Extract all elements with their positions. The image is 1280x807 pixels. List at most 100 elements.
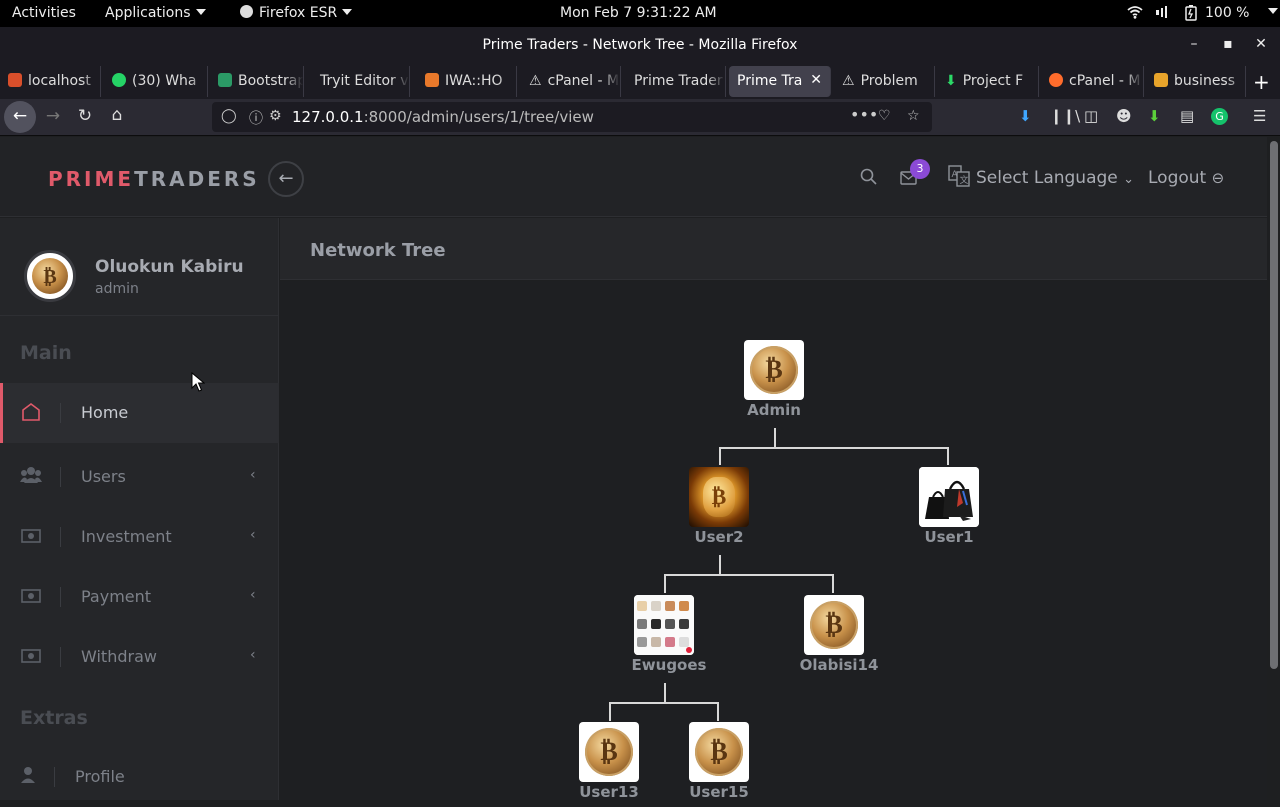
sidebar-toggle-icon[interactable]: ◫ [1084, 107, 1098, 125]
tab[interactable]: ⚠ Problem [834, 66, 935, 97]
extension-icon[interactable]: ▤ [1180, 107, 1194, 125]
tree-node-label[interactable]: Admin [714, 401, 834, 419]
tree-node-label[interactable]: User2 [659, 528, 779, 546]
system-top-bar: Activities Applications Firefox ESR Mon … [0, 0, 1280, 27]
activities-button[interactable]: Activities [12, 5, 76, 21]
avatar[interactable]: ₿ [24, 250, 76, 302]
tab[interactable]: Prime Trader [624, 66, 726, 97]
tree-node-label[interactable]: Ewugoes [609, 656, 729, 674]
notification-badge: 3 [910, 159, 930, 179]
hamburger-menu-icon[interactable]: ☰ [1253, 107, 1266, 125]
firefox-app-label: Firefox ESR [259, 5, 338, 21]
tab-label: Prime Tra [737, 73, 803, 89]
tree-node-avatar[interactable]: ₿ [804, 595, 864, 655]
tab[interactable]: business [1146, 66, 1246, 97]
tree-node-label[interactable]: User1 [889, 528, 1009, 546]
minimize-icon[interactable]: – [1185, 36, 1203, 52]
tab[interactable]: Tryit Editor v [306, 66, 410, 97]
tree-node-avatar[interactable] [919, 467, 979, 527]
extension-download-icon[interactable]: ⬇ [1148, 107, 1161, 125]
url-text[interactable]: 127.0.0.1:8000/admin/users/1/tree/view [292, 108, 594, 126]
reload-icon[interactable]: ↻ [74, 106, 96, 126]
user-icon [17, 766, 39, 789]
close-window-icon[interactable]: ✕ [1252, 36, 1270, 52]
tab[interactable]: (30) Wha [104, 66, 208, 97]
info-icon[interactable]: ⓘ [249, 108, 263, 128]
sidebar-toggle-button[interactable]: ← [268, 161, 304, 197]
tree-connector [664, 574, 666, 593]
clock[interactable]: Mon Feb 7 9:31:22 AM [560, 5, 717, 21]
tab[interactable]: localhost [0, 66, 101, 97]
tab[interactable]: cPanel - M [1041, 66, 1144, 97]
maximize-icon[interactable]: ▪ [1219, 36, 1237, 52]
tree-node-avatar[interactable]: ₿ [689, 722, 749, 782]
tree-node-label[interactable]: User13 [549, 783, 669, 801]
tree-node-avatar[interactable] [634, 595, 694, 655]
bitcoin-icon: ₿ [810, 601, 858, 649]
brand-logo[interactable]: PRIMETRADERS [48, 167, 260, 191]
tree-node-label[interactable]: Olabisi14 [779, 656, 899, 674]
tab-close-icon[interactable]: ✕ [810, 72, 822, 88]
page-actions-icon[interactable]: ••• [850, 105, 878, 124]
menu-separator [60, 647, 61, 667]
menu-separator [60, 587, 61, 607]
tree-node-avatar[interactable]: ₿ [744, 340, 804, 400]
chevron-left-icon: ‹ [250, 647, 256, 663]
tab[interactable]: Bootstrap [210, 66, 304, 97]
pocket-icon[interactable]: ♡ [878, 108, 891, 124]
sidebar-item-withdraw[interactable]: Withdraw ‹ [0, 627, 279, 687]
tab-label: Project F [962, 73, 1024, 89]
sidebar-item-investment[interactable]: Investment ‹ [0, 507, 279, 567]
battery-icon[interactable] [1185, 5, 1197, 25]
firefox-app-menu[interactable]: Firefox ESR [240, 5, 353, 21]
tree-connector [664, 574, 834, 576]
sidebar-item-home[interactable]: Home [0, 383, 279, 443]
sidebar-item-profile[interactable]: Profile [0, 747, 279, 807]
sidebar-item-label: Payment [81, 587, 152, 606]
warning-icon: ⚠ [842, 73, 855, 89]
account-icon[interactable]: ☻ [1116, 107, 1132, 125]
bookmark-star-icon[interactable]: ☆ [907, 108, 920, 124]
downloads-icon[interactable]: ⬇ [1019, 107, 1032, 125]
permissions-icon[interactable]: ⚙ [269, 108, 282, 124]
navigation-toolbar: ← → ↻ ⌂ ◯ ⓘ ⚙ 127.0.0.1:8000/admin/users… [0, 99, 1280, 136]
brand-traders: TRADERS [134, 167, 260, 191]
scrollbar-thumb[interactable] [1270, 141, 1278, 669]
tab-strip: localhost (30) Wha Bootstrap Tryit Edito… [0, 64, 1280, 99]
language-select[interactable]: Select Language ⌄ [976, 168, 1134, 188]
grammarly-icon[interactable]: G [1211, 108, 1228, 125]
search-icon[interactable] [860, 168, 877, 190]
wifi-icon[interactable] [1127, 5, 1143, 23]
tree-connector [609, 702, 611, 721]
library-icon[interactable]: ❙❙\ [1050, 107, 1080, 125]
tree-node-avatar[interactable]: ₿ [689, 467, 749, 527]
shield-icon[interactable]: ◯ [221, 108, 237, 124]
volume-icon[interactable] [1155, 5, 1171, 23]
system-menu-caret[interactable] [1263, 4, 1278, 20]
home-icon[interactable]: ⌂ [106, 105, 128, 125]
bitcoin-icon: ₿ [585, 728, 633, 776]
tree-connector [719, 447, 949, 449]
bitcoin-icon: ₿ [32, 258, 68, 294]
sidebar-item-users[interactable]: Users ‹ [0, 447, 279, 507]
translate-icon[interactable]: A文 [948, 165, 970, 192]
new-tab-button[interactable]: + [1253, 70, 1270, 94]
battery-percentage[interactable]: 100 % [1205, 5, 1249, 21]
applications-menu[interactable]: Applications [105, 5, 206, 21]
tab[interactable]: ⚠ cPanel - M [521, 66, 621, 97]
forward-arrow-icon[interactable]: → [42, 106, 64, 126]
applications-label: Applications [105, 5, 191, 21]
tab-active[interactable]: Prime Tra ✕ [729, 66, 831, 97]
tree-connector [717, 702, 719, 721]
sidebar-item-payment[interactable]: Payment ‹ [0, 567, 279, 627]
back-arrow-icon[interactable]: ← [9, 106, 31, 126]
tab[interactable]: ⬇ Project F [937, 66, 1039, 97]
language-label: Select Language [976, 168, 1118, 188]
address-bar[interactable]: ◯ ⓘ ⚙ 127.0.0.1:8000/admin/users/1/tree/… [212, 102, 932, 132]
logout-button[interactable]: Logout ⊖ [1148, 168, 1224, 188]
tree-connector [832, 574, 834, 593]
tree-node-label[interactable]: User15 [659, 783, 779, 801]
tree-connector [719, 555, 721, 575]
tree-node-avatar[interactable]: ₿ [579, 722, 639, 782]
tab[interactable]: IWA::HO [417, 66, 517, 97]
